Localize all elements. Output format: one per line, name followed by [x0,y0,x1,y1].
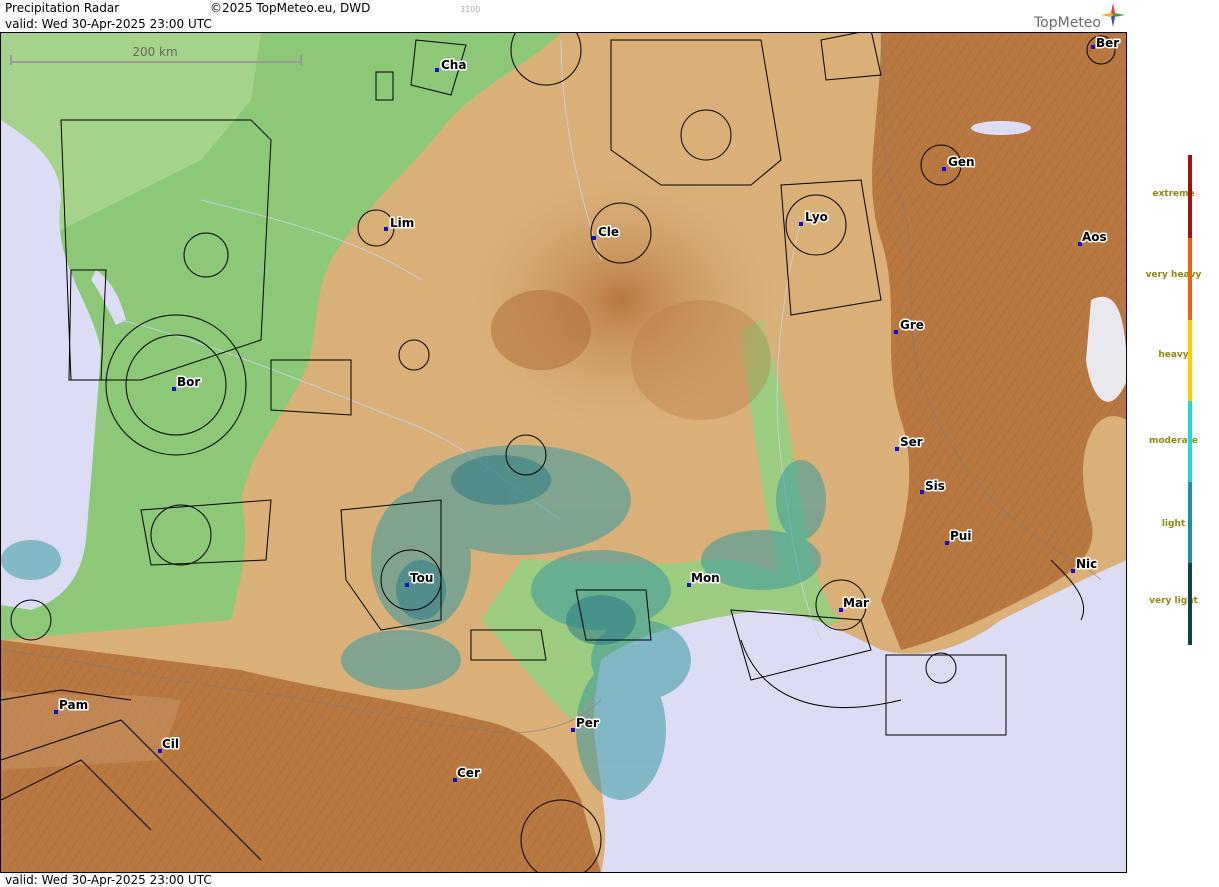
svg-text:Tou: Tou [410,571,433,585]
topmeteo-logo: TopMeteo [1034,15,1101,31]
svg-text:Aos: Aos [1082,230,1107,244]
cantal-peak [491,290,591,370]
svg-text:Gen: Gen [948,155,975,169]
svg-text:Mon: Mon [691,571,720,585]
legend-swatch-heavy [1188,320,1192,401]
legend-label-very-heavy: very heavy [1145,270,1202,280]
svg-text:Bor: Bor [177,375,200,389]
svg-text:Per: Per [576,716,599,730]
city-aos: Aos [1078,229,1108,246]
terrain-map: Cha Ber Gen Lim Cle Lyo Aos Gre Bor Ser … [1,33,1127,873]
radar-frame: Precipitation Radar ©2025 TopMeteo.eu, D… [0,0,1219,887]
city-per: Per [571,715,600,732]
city-mon: Mon [687,570,721,587]
city-mar: Mar [839,595,871,612]
svg-text:Gre: Gre [900,318,924,332]
legend-swatch-extreme [1188,155,1192,238]
legend-label-light: light [1161,519,1186,529]
svg-text:Nic: Nic [1076,557,1097,571]
legend-swatch-light [1188,482,1192,563]
svg-text:Lim: Lim [390,216,414,230]
legend-label-heavy: heavy [1158,350,1189,360]
svg-text:Pam: Pam [59,698,88,712]
page-title: Precipitation Radar [5,1,120,15]
city-cer: Cer [453,765,481,782]
city-pam: Pam [54,697,90,714]
city-tou: Tou [405,570,435,587]
legend-swatch-moderate [1188,401,1192,482]
svg-text:Sis: Sis [925,479,945,493]
legend-label-moderate: moderate [1148,436,1199,446]
lake-geneva [971,121,1031,135]
city-ber: Ber [1091,35,1121,52]
legend-swatch-very-light [1188,563,1192,645]
compass-logo-icon [1101,3,1125,27]
svg-text:Ber: Ber [1096,36,1119,50]
city-cil: Cil [158,736,181,753]
svg-text:Mar: Mar [843,596,869,610]
svg-text:Lyo: Lyo [805,210,828,224]
svg-text:Cil: Cil [162,737,179,751]
city-bor: Bor [172,374,202,391]
copyright-text: ©2025 TopMeteo.eu, DWD [210,1,371,15]
valid-time-bottom: valid: Wed 30-Apr-2025 23:00 UTC [5,873,212,887]
svg-text:Cha: Cha [441,58,466,72]
legend-label-extreme: extreme [1152,189,1195,199]
city-ser: Ser [895,434,924,451]
legend-swatch-very-heavy [1188,238,1192,320]
svg-text:Ser: Ser [900,435,923,449]
legend-label-very-light: very light [1149,596,1198,606]
map-panel[interactable]: Cha Ber Gen Lim Cle Lyo Aos Gre Bor Ser … [1,33,1127,873]
scale-bar-label: 200 km [132,45,178,59]
code-label: 3100 [460,5,481,14]
svg-text:Pui: Pui [950,529,971,543]
svg-text:Cle: Cle [598,225,619,239]
valid-time-top: valid: Wed 30-Apr-2025 23:00 UTC [5,17,212,31]
svg-text:Cer: Cer [457,766,480,780]
cevennes [631,300,771,420]
